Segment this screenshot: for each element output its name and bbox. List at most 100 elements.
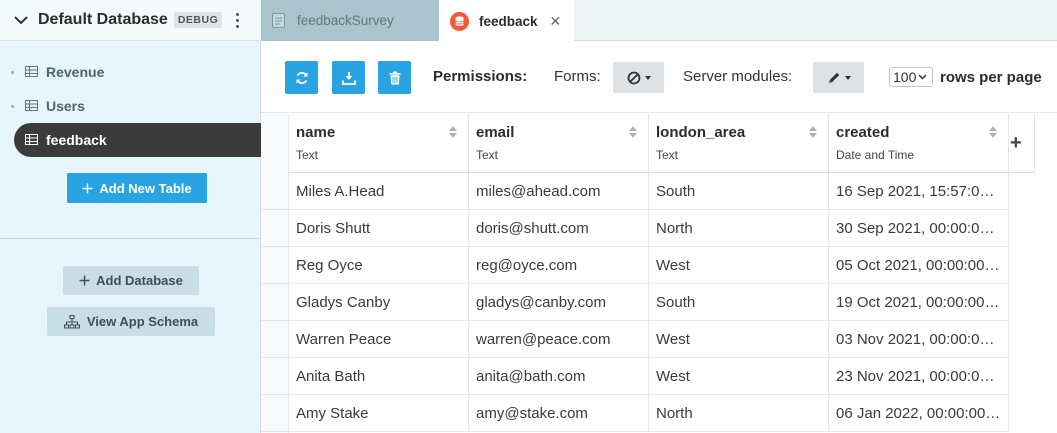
table-toolbar: Permissions: Forms: Server modules: 100 … xyxy=(261,42,1057,113)
table-cell[interactable]: 05 Oct 2021, 00:00:00.000 xyxy=(829,247,1009,284)
table-cell[interactable]: West xyxy=(649,321,829,358)
column-header-name[interactable]: name Text xyxy=(289,114,469,173)
server-modules-label: Server modules: xyxy=(683,68,793,85)
cell-value: doris@shutt.com xyxy=(476,220,589,237)
cell-value: Amy Stake xyxy=(296,405,369,422)
table-cell[interactable]: South xyxy=(649,284,829,321)
column-name: created xyxy=(836,124,890,141)
sitemap-icon xyxy=(63,314,80,328)
database-header[interactable]: Default Database DEBUG xyxy=(0,0,261,41)
table-cell[interactable]: 23 Nov 2021, 00:00:00.000 xyxy=(829,358,1009,395)
bullet-icon xyxy=(11,104,14,108)
sort-icon[interactable] xyxy=(809,126,817,138)
table-list: Revenue Users feedback xyxy=(0,55,261,157)
table-cell[interactable]: Reg Oyce xyxy=(289,247,469,284)
cell-value: 19 Oct 2021, 00:00:00.000 xyxy=(836,294,1008,311)
table-cell[interactable]: West xyxy=(649,358,829,395)
chevron-down-icon[interactable] xyxy=(11,10,31,30)
table-cell[interactable]: doris@shutt.com xyxy=(469,210,649,247)
tab-label: feedback xyxy=(479,13,538,29)
table-row[interactable]: Reg Oyce reg@oyce.com West 05 Oct 2021, … xyxy=(261,247,1009,284)
view-app-schema-button[interactable]: View App Schema xyxy=(47,307,215,336)
cell-value: West xyxy=(656,368,690,385)
chevron-down-icon xyxy=(918,74,927,80)
table-icon xyxy=(25,66,38,77)
column-header-london-area[interactable]: london_area Text xyxy=(649,114,829,173)
add-database-button[interactable]: Add Database xyxy=(63,266,199,295)
add-column-button[interactable]: + xyxy=(1010,132,1022,155)
forms-permission-dropdown[interactable] xyxy=(613,62,664,93)
tab-feedbacksurvey[interactable]: feedbackSurvey xyxy=(261,0,439,41)
server-modules-permission-dropdown[interactable] xyxy=(813,62,864,93)
table-cell[interactable]: Amy Stake xyxy=(289,395,469,432)
table-cell[interactable]: miles@ahead.com xyxy=(469,173,649,210)
table-cell[interactable]: 19 Oct 2021, 00:00:00.000 xyxy=(829,284,1009,321)
table-cell[interactable]: anita@bath.com xyxy=(469,358,649,395)
sidebar-item-users[interactable]: Users xyxy=(0,89,261,123)
column-header-email[interactable]: email Text xyxy=(469,114,649,173)
table-cell[interactable]: 03 Nov 2021, 00:00:00.000 xyxy=(829,321,1009,358)
column-header-created[interactable]: created Date and Time xyxy=(829,114,1009,173)
table-row[interactable]: Doris Shutt doris@shutt.com North 30 Sep… xyxy=(261,210,1009,247)
cell-value: 05 Oct 2021, 00:00:00.000 xyxy=(836,257,1008,274)
cell-value: 06 Jan 2022, 00:00:00.000 xyxy=(836,405,1008,422)
table-icon xyxy=(25,100,38,111)
add-database-label: Add Database xyxy=(96,273,183,288)
cell-value: 23 Nov 2021, 00:00:00.000 xyxy=(836,368,1008,385)
trash-icon xyxy=(389,71,400,84)
table-cell[interactable]: Doris Shutt xyxy=(289,210,469,247)
table-cell[interactable]: North xyxy=(649,395,829,432)
delete-table-button[interactable] xyxy=(378,61,411,94)
close-icon[interactable]: ✕ xyxy=(550,13,562,30)
tab-feedback[interactable]: feedback ✕ xyxy=(439,0,574,42)
table-cell[interactable]: 06 Jan 2022, 00:00:00.000 xyxy=(829,395,1009,432)
cell-value: South xyxy=(656,294,696,311)
table-cell[interactable]: warren@peace.com xyxy=(469,321,649,358)
cell-value: warren@peace.com xyxy=(476,331,611,348)
download-button[interactable] xyxy=(332,61,365,94)
table-cell[interactable]: Miles A.Head xyxy=(289,173,469,210)
kebab-menu-icon[interactable] xyxy=(232,10,242,30)
sort-icon[interactable] xyxy=(449,126,457,138)
column-name: email xyxy=(476,124,515,141)
data-grid: name Text email Text london_area Text cr… xyxy=(261,114,1057,433)
table-cell[interactable]: 30 Sep 2021, 00:00:00.000 xyxy=(829,210,1009,247)
table-cell[interactable]: amy@stake.com xyxy=(469,395,649,432)
table-cell[interactable]: South xyxy=(649,173,829,210)
database-icon xyxy=(450,11,469,31)
cell-value: amy@stake.com xyxy=(476,405,588,422)
column-type: Text xyxy=(296,148,319,162)
table-cell[interactable]: Gladys Canby xyxy=(289,284,469,321)
sort-icon[interactable] xyxy=(989,126,997,138)
add-new-table-label: Add New Table xyxy=(99,180,192,196)
sidebar-divider xyxy=(0,238,261,239)
table-cell[interactable]: Warren Peace xyxy=(289,321,469,358)
rows-per-page-select[interactable]: 100 xyxy=(889,67,933,87)
table-row[interactable]: Miles A.Head miles@ahead.com South 16 Se… xyxy=(261,173,1009,210)
cell-value: Warren Peace xyxy=(296,331,392,348)
table-cell[interactable]: reg@oyce.com xyxy=(469,247,649,284)
sort-icon[interactable] xyxy=(629,126,637,138)
table-row[interactable]: Anita Bath anita@bath.com West 23 Nov 20… xyxy=(261,358,1009,395)
cell-value: 30 Sep 2021, 00:00:00.000 xyxy=(836,220,1008,237)
table-cell[interactable]: Anita Bath xyxy=(289,358,469,395)
table-cell[interactable]: North xyxy=(649,210,829,247)
table-row[interactable]: Warren Peace warren@peace.com West 03 No… xyxy=(261,321,1009,358)
refresh-icon xyxy=(296,71,307,84)
cell-value: 03 Nov 2021, 00:00:00.000 xyxy=(836,331,1008,348)
table-cell[interactable]: 16 Sep 2021, 15:57:00.000 xyxy=(829,173,1009,210)
sidebar-item-feedback[interactable]: feedback xyxy=(14,123,261,157)
plus-icon xyxy=(79,275,90,286)
table-icon xyxy=(25,134,38,145)
rows-per-page-value: 100 xyxy=(893,69,917,85)
column-type: Text xyxy=(476,148,499,162)
sidebar-item-revenue[interactable]: Revenue xyxy=(0,55,261,89)
table-row[interactable]: Amy Stake amy@stake.com North 06 Jan 202… xyxy=(261,395,1009,432)
refresh-button[interactable] xyxy=(285,61,318,94)
sidebar-item-label: Users xyxy=(46,98,85,114)
add-new-table-button[interactable]: Add New Table xyxy=(67,173,207,203)
table-row[interactable]: Gladys Canby gladys@canby.com South 19 O… xyxy=(261,284,1009,321)
caret-down-icon xyxy=(844,75,851,80)
table-cell[interactable]: West xyxy=(649,247,829,284)
table-cell[interactable]: gladys@canby.com xyxy=(469,284,649,321)
